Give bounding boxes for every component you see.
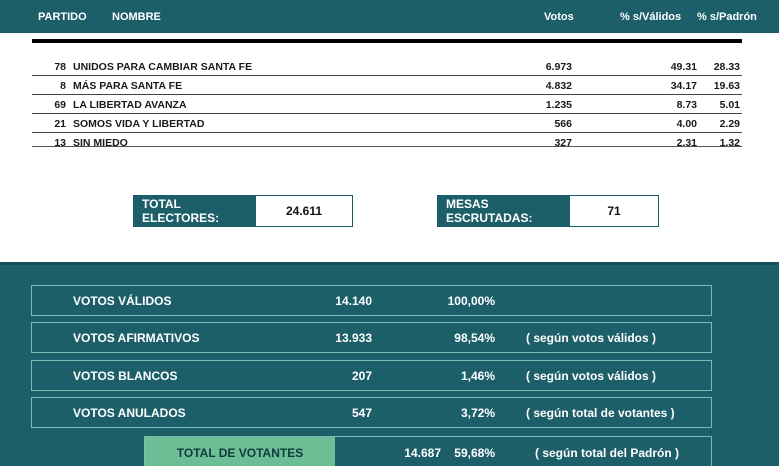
stat-label: VOTOS BLANCOS [73,369,178,383]
results-table: 78 UNIDOS PARA CAMBIAR SANTA FE 6.973 49… [32,39,742,149]
party-pct-padron: 1.32 [719,137,740,149]
mesas-escrutadas-label: MESAS ESCRUTADAS: [438,196,570,226]
table-row: 13 SIN MIEDO 327 2.31 1.32 [32,133,742,152]
party-number: 78 [54,61,66,73]
party-votes: 1.235 [545,99,572,111]
header-partido: PARTIDO [38,11,87,23]
total-electores-label: TOTAL ELECTORES: [134,196,256,226]
party-pct-validos: 4.00 [676,118,697,130]
table-row: 21 SOMOS VIDA Y LIBERTAD 566 4.00 2.29 [32,114,742,133]
party-pct-padron: 19.63 [713,80,740,92]
stat-label: VOTOS ANULADOS [73,406,186,420]
table-row: 78 UNIDOS PARA CAMBIAR SANTA FE 6.973 49… [32,57,742,76]
stat-note: ( según votos válidos ) [526,331,657,345]
total-votantes-value: 14.687 [404,446,441,460]
stat-label: VOTOS VÁLIDOS [73,294,172,308]
stat-row-validos: VOTOS VÁLIDOS 14.140 100,00% [31,285,712,316]
stat-label: VOTOS AFIRMATIVOS [73,331,200,345]
stat-pct: 98,54% [454,331,495,345]
party-number: 8 [60,80,66,92]
party-number: 21 [54,118,66,130]
stat-value: 13.933 [335,331,372,345]
party-pct-padron: 2.29 [719,118,740,130]
stat-note: ( según votos válidos ) [526,369,657,383]
header-pct-padron: % s/Padrón [697,11,757,23]
party-pct-padron: 5.01 [719,99,740,111]
party-name: SIN MIEDO [73,137,128,149]
party-name: SOMOS VIDA Y LIBERTAD [73,118,205,130]
total-votantes-note: ( según total del Padrón ) [535,446,680,460]
header-votos: Votos [544,11,574,23]
party-pct-validos: 49.31 [670,61,697,73]
stat-row-anulados: VOTOS ANULADOS 547 3,72% ( según total d… [31,397,712,428]
stat-value: 14.140 [335,294,372,308]
total-votantes-row: TOTAL DE VOTANTES 14.687 59,68% ( según … [144,436,712,466]
header-nombre: NOMBRE [112,11,161,23]
stat-row-blancos: VOTOS BLANCOS 207 1,46% ( según votos vá… [31,360,712,391]
party-pct-padron: 28.33 [713,61,740,73]
stat-row-afirmativos: VOTOS AFIRMATIVOS 13.933 98,54% ( según … [31,322,712,353]
table-row: 69 LA LIBERTAD AVANZA 1.235 8.73 5.01 [32,95,742,114]
vote-stats-panel: VOTOS VÁLIDOS 14.140 100,00% VOTOS AFIRM… [0,262,779,466]
stat-pct: 100,00% [447,294,495,308]
party-name: LA LIBERTAD AVANZA [73,99,187,111]
party-number: 69 [54,99,66,111]
party-number: 13 [54,137,66,149]
table-row: 8 MÁS PARA SANTA FE 4.832 34.17 19.63 [32,76,742,95]
results-header: PARTIDO NOMBRE Votos % s/Válidos % s/Pad… [0,0,779,33]
party-votes: 6.973 [545,61,572,73]
party-name: MÁS PARA SANTA FE [73,80,183,92]
stat-value: 207 [351,369,372,383]
party-votes: 566 [554,118,572,130]
party-pct-validos: 34.17 [670,80,697,92]
total-votantes-label: TOTAL DE VOTANTES [145,437,335,466]
party-votes: 4.832 [545,80,572,92]
stat-value: 547 [351,406,372,420]
party-name: UNIDOS PARA CAMBIAR SANTA FE [73,61,253,73]
stat-pct: 3,72% [460,406,495,420]
stat-note: ( según total de votantes ) [526,406,675,420]
total-votantes-pct: 59,68% [454,446,495,460]
total-electores-box: TOTAL ELECTORES: 24.611 [133,195,353,227]
header-pct-validos: % s/Válidos [620,11,682,23]
party-pct-validos: 8.73 [676,99,697,111]
total-electores-value: 24.611 [256,196,352,226]
mesas-escrutadas-value: 71 [570,196,658,226]
party-votes: 327 [554,137,572,149]
party-pct-validos: 2.31 [676,137,697,149]
stat-pct: 1,46% [460,369,495,383]
mesas-escrutadas-box: MESAS ESCRUTADAS: 71 [437,195,659,227]
